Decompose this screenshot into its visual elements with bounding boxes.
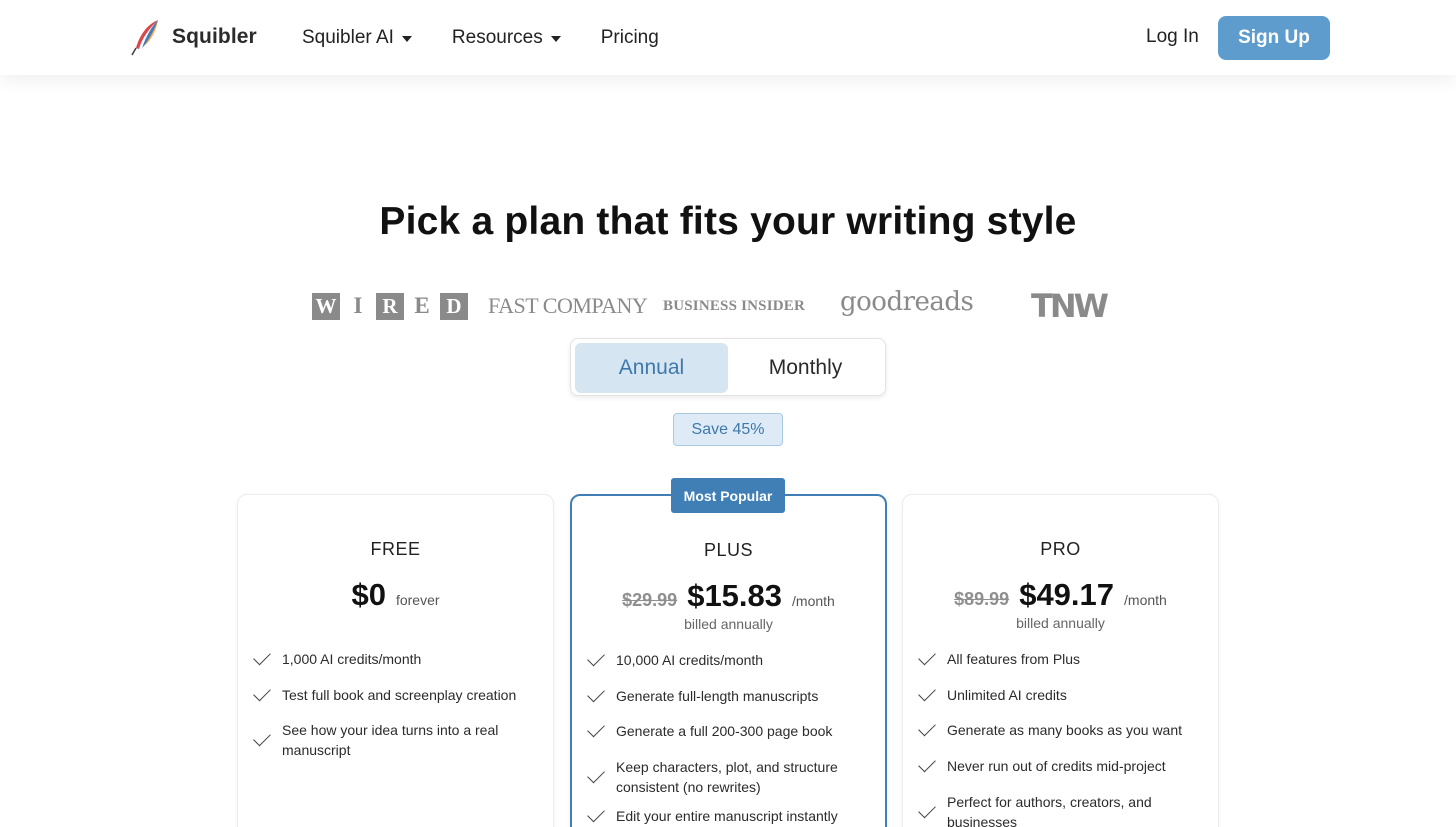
check-icon: [587, 684, 605, 702]
check-icon: [587, 719, 605, 737]
wired-letter: I: [353, 293, 363, 318]
check-icon: [587, 765, 605, 783]
brand-logo-link[interactable]: Squibler: [130, 18, 257, 56]
feature-text: Never run out of credits mid-project: [947, 758, 1166, 774]
billing-toggle: Annual Monthly: [570, 338, 886, 396]
feature-text: Test full book and screenplay creation: [282, 687, 517, 703]
businessinsider-logo: BUSINESS INSIDER: [663, 297, 806, 314]
feature-text: Generate a full 200-300 page book: [616, 723, 833, 739]
goodreads-logo: goodreads: [840, 287, 974, 317]
feature-text: All features from Plus: [947, 651, 1081, 667]
feature-text: Unlimited AI credits: [947, 687, 1067, 703]
nav-resources-label: Resources: [451, 26, 543, 48]
old-price: $89.99: [954, 589, 1010, 609]
plan-card-pro: PRO $89.99 $49.17 /month billed annually…: [902, 494, 1219, 827]
caret-down-icon: [550, 35, 561, 42]
feature-text: Perfect for authors, creators, and busin…: [947, 794, 1152, 827]
feature-item: Edit your entire manuscript instantly: [587, 804, 873, 826]
billed-note: billed annually: [684, 616, 773, 632]
check-icon: [918, 800, 936, 818]
nav-squibler-ai[interactable]: Squibler AI: [302, 27, 412, 49]
check-icon: [587, 804, 605, 822]
feature-item: Generate a full 200-300 page book: [587, 719, 873, 741]
feature-text: 10,000 AI credits/month: [616, 652, 764, 668]
old-price: $29.99: [622, 590, 678, 610]
plan-name: PLUS: [703, 540, 754, 560]
feature-list: 1,000 AI credits/month Test full book an…: [253, 647, 541, 760]
feature-list: 10,000 AI credits/month Generate full-le…: [587, 648, 873, 826]
wired-letter: E: [414, 293, 430, 318]
login-link[interactable]: Log In: [1146, 26, 1199, 48]
page-title: Pick a plan that fits your writing style: [379, 200, 1077, 243]
feature-list: All features from Plus Unlimited AI cred…: [918, 647, 1206, 827]
most-popular-badge: Most Popular: [671, 478, 785, 513]
check-icon: [918, 754, 936, 772]
plan-card-free: FREE $0 forever 1,000 AI credits/month T…: [237, 494, 554, 827]
feature-item: Test full book and screenplay creation: [253, 683, 541, 705]
press-logos: W I R E D FAST COMPANY BUSINESS INSIDER …: [0, 287, 1456, 325]
plan-price: $49.17: [1019, 577, 1115, 612]
feature-item: 10,000 AI credits/month: [587, 648, 873, 670]
feature-item: Generate as many books as you want: [918, 718, 1206, 740]
feature-text: Generate as many books as you want: [947, 722, 1183, 738]
feature-text: 1,000 AI credits/month: [282, 651, 422, 667]
feature-item: Keep characters, plot, and structure con…: [587, 757, 873, 797]
check-icon: [918, 647, 936, 665]
nav-links: Squibler AI Resources Pricing: [302, 0, 659, 75]
save-badge: Save 45%: [673, 413, 783, 446]
plan-price: $0: [351, 577, 386, 612]
plan-card-plus: PLUS $29.99 $15.83 /month billed annuall…: [570, 494, 887, 827]
price-unit: /month: [792, 593, 835, 609]
nav-squibler-ai-label: Squibler AI: [302, 26, 394, 48]
feature-item: See how your idea turns into a real manu…: [253, 720, 541, 760]
wired-letter: D: [440, 292, 468, 320]
wired-letter: W: [312, 292, 340, 320]
wired-letter: R: [376, 292, 404, 320]
fastcompany-logo: FAST COMPANY: [488, 293, 648, 318]
check-icon: [918, 718, 936, 736]
feature-text: Keep characters, plot, and structure con…: [616, 759, 838, 795]
brand-name: Squibler: [172, 25, 257, 48]
caret-down-icon: [401, 35, 412, 42]
toggle-monthly[interactable]: Monthly: [729, 343, 882, 393]
signup-button[interactable]: Sign Up: [1218, 16, 1330, 60]
price-row: $29.99 $15.83 /month: [572, 578, 885, 614]
nav-pricing-label: Pricing: [600, 26, 659, 48]
check-icon: [918, 683, 936, 701]
feature-item: Perfect for authors, creators, and busin…: [918, 792, 1206, 827]
feature-text: See how your idea turns into a real manu…: [282, 722, 499, 758]
toggle-annual[interactable]: Annual: [575, 343, 728, 393]
check-icon: [253, 683, 271, 701]
check-icon: [587, 648, 605, 666]
nav-resources[interactable]: Resources: [452, 27, 561, 49]
plan-price: $15.83: [687, 578, 783, 613]
wired-logo: W I R E D: [312, 288, 468, 324]
check-icon: [253, 728, 271, 746]
feature-item: Unlimited AI credits: [918, 683, 1206, 705]
feature-text: Generate full-length manuscripts: [616, 688, 819, 704]
price-row: $0 forever: [238, 577, 553, 613]
feature-item: Never run out of credits mid-project: [918, 754, 1206, 776]
plan-name: FREE: [370, 539, 421, 559]
feature-text: Edit your entire manuscript instantly: [616, 808, 838, 824]
tnw-logo: TNW: [1031, 287, 1109, 325]
price-unit: forever: [395, 592, 440, 608]
feature-item: 1,000 AI credits/month: [253, 647, 541, 669]
top-navbar: Squibler Squibler AI Resources Pricing L…: [0, 0, 1456, 75]
quill-logo-icon: [131, 20, 158, 56]
check-icon: [253, 647, 271, 665]
feature-item: Generate full-length manuscripts: [587, 684, 873, 706]
price-unit: /month: [1124, 592, 1167, 608]
feature-item: All features from Plus: [918, 647, 1206, 669]
billed-note: billed annually: [1016, 615, 1105, 631]
nav-pricing[interactable]: Pricing: [601, 27, 659, 49]
plan-name: PRO: [1040, 539, 1081, 559]
price-row: $89.99 $49.17 /month: [903, 577, 1218, 613]
